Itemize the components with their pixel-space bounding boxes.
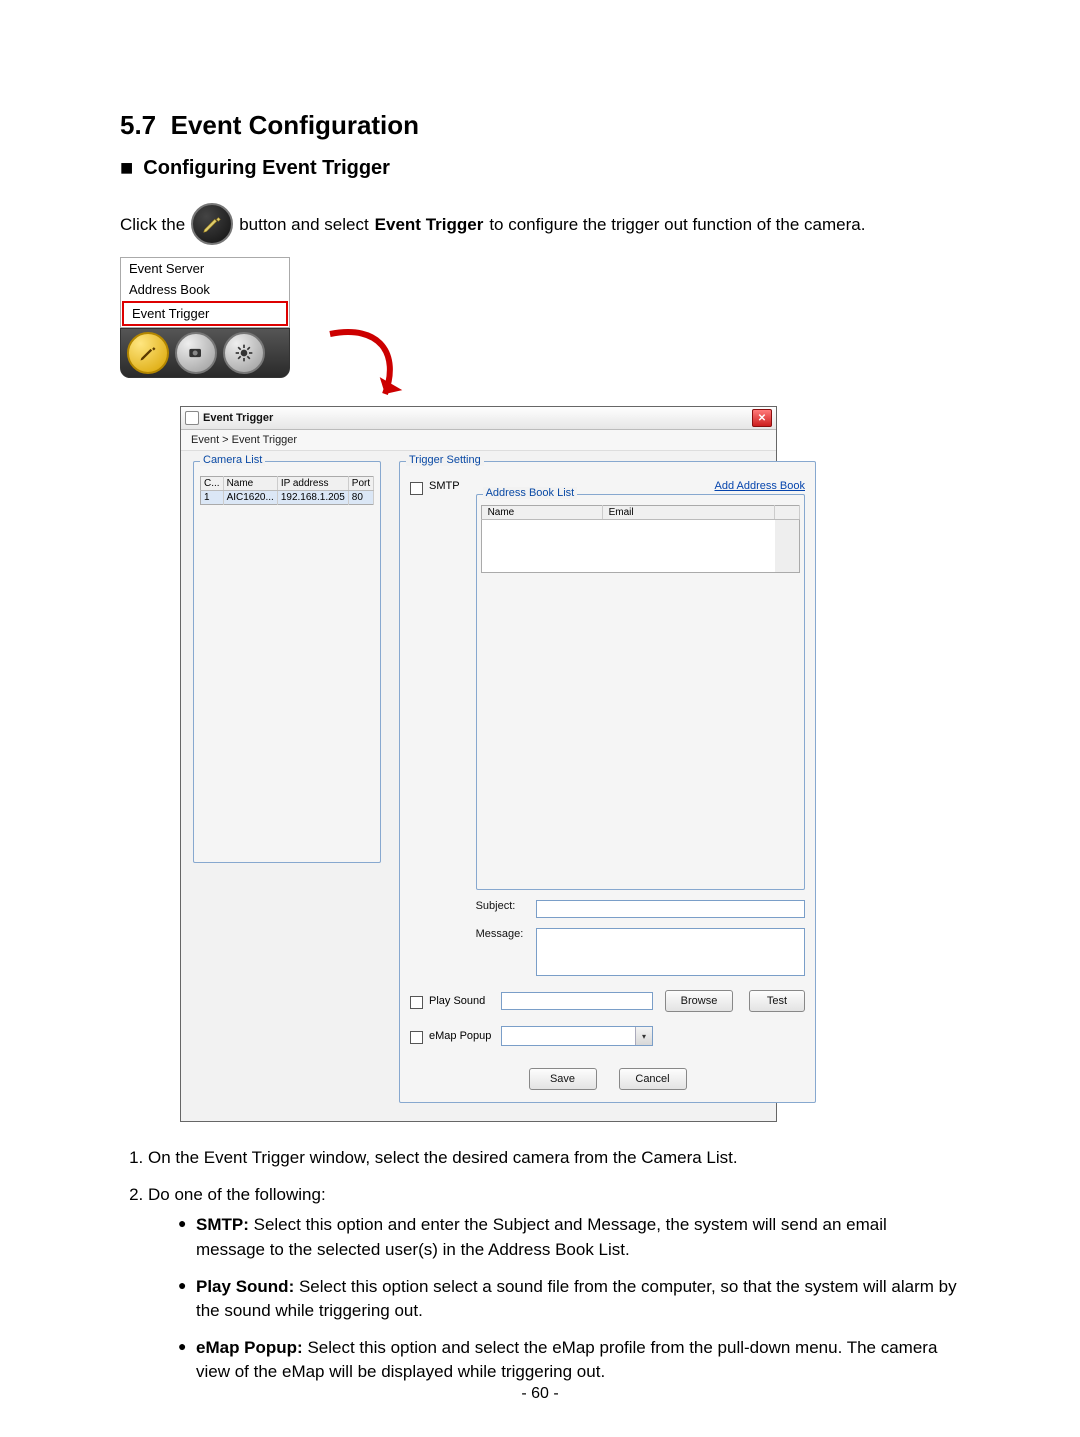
- table-row[interactable]: 1 AIC1620... 192.168.1.205 80: [201, 491, 374, 505]
- emap-label: eMap Popup: [429, 1030, 495, 1042]
- address-book-table[interactable]: Name Email: [481, 505, 800, 573]
- address-book-legend: Address Book List: [483, 487, 578, 499]
- dialog-actions: Save Cancel: [410, 1068, 805, 1090]
- dialog-title: Event Trigger: [203, 412, 273, 424]
- menu-item-event-server[interactable]: Event Server: [121, 258, 289, 279]
- camera-col-port: Port: [348, 477, 373, 491]
- test-button[interactable]: Test: [749, 990, 805, 1012]
- emap-select[interactable]: ▾: [501, 1026, 653, 1046]
- dialog-titlebar: Event Trigger ✕: [181, 407, 776, 430]
- curved-arrow-icon: [320, 324, 440, 424]
- section-name: Event Configuration: [171, 110, 419, 140]
- intro-pre: Click the: [120, 213, 185, 237]
- bullet-play-sound: Play Sound: Select this option select a …: [178, 1275, 960, 1324]
- camera-list-table[interactable]: C... Name IP address Port 1 AIC1620... 1…: [200, 476, 374, 505]
- play-sound-path-input[interactable]: [501, 992, 653, 1010]
- save-button[interactable]: Save: [529, 1068, 597, 1090]
- camera-icon[interactable]: [175, 332, 217, 374]
- section-number: 5.7: [120, 110, 156, 140]
- dialog-body: Camera List C... Name IP address Port 1 …: [181, 451, 776, 1121]
- intro-bold: Event Trigger: [375, 213, 484, 237]
- subsection-row: ■ Configuring Event Trigger: [120, 155, 960, 181]
- emap-checkbox[interactable]: [410, 1031, 423, 1044]
- camera-col-name: Name: [223, 477, 277, 491]
- dialog-app-icon: [185, 411, 199, 425]
- subsection-title: Configuring Event Trigger: [143, 157, 390, 180]
- bullet-emap: eMap Popup: Select this option and selec…: [178, 1336, 960, 1385]
- cancel-button[interactable]: Cancel: [619, 1068, 687, 1090]
- trigger-setting-group: Trigger Setting SMTP Add Address Book Ad…: [399, 461, 816, 1103]
- step-2: Do one of the following: SMTP: Select th…: [148, 1183, 960, 1385]
- address-book-group: Address Book List Name Email: [476, 494, 805, 890]
- trigger-setting-legend: Trigger Setting: [406, 454, 484, 466]
- camera-list-group: Camera List C... Name IP address Port 1 …: [193, 461, 381, 863]
- dialog-breadcrumb: Event > Event Trigger: [181, 430, 776, 451]
- smtp-row: SMTP Add Address Book Address Book List …: [410, 480, 805, 976]
- play-sound-label: Play Sound: [429, 995, 495, 1007]
- scrollbar[interactable]: [775, 506, 800, 520]
- subject-label: Subject:: [476, 900, 528, 912]
- menu-item-address-book[interactable]: Address Book: [121, 279, 289, 300]
- camera-col-c: C...: [201, 477, 224, 491]
- toolbar: [120, 328, 290, 378]
- browse-button[interactable]: Browse: [665, 990, 733, 1012]
- event-trigger-dialog: Event Trigger ✕ Event > Event Trigger Ca…: [180, 406, 777, 1122]
- page-number: - 60 -: [0, 1385, 1080, 1403]
- camera-col-ip: IP address: [277, 477, 348, 491]
- arrow-illustration: [120, 380, 960, 406]
- context-menu: Event Server Address Book Event Trigger: [120, 257, 290, 328]
- square-bullet-icon: ■: [120, 155, 133, 181]
- intro-text: Click the button and select Event Trigge…: [120, 195, 960, 237]
- gear-icon[interactable]: [223, 332, 265, 374]
- addr-col-name: Name: [481, 506, 602, 520]
- pen-icon: [191, 203, 233, 245]
- step-2-bullets: SMTP: Select this option and enter the S…: [148, 1213, 960, 1385]
- smtp-label: SMTP: [429, 480, 460, 492]
- addr-col-email: Email: [602, 506, 774, 520]
- message-input[interactable]: [536, 928, 805, 976]
- step-1: On the Event Trigger window, select the …: [148, 1146, 960, 1171]
- chevron-down-icon[interactable]: ▾: [635, 1027, 652, 1045]
- message-label: Message:: [476, 928, 528, 940]
- section-title: 5.7 Event Configuration: [120, 110, 960, 141]
- emap-row: eMap Popup ▾: [410, 1026, 805, 1046]
- menu-item-event-trigger[interactable]: Event Trigger: [122, 301, 288, 326]
- document-page: 5.7 Event Configuration ■ Configuring Ev…: [0, 0, 1080, 1437]
- intro-post: to configure the trigger out function of…: [489, 213, 865, 237]
- camera-list-legend: Camera List: [200, 454, 265, 466]
- smtp-checkbox[interactable]: [410, 482, 423, 495]
- subject-input[interactable]: [536, 900, 805, 918]
- steps-list: On the Event Trigger window, select the …: [120, 1146, 960, 1385]
- close-icon[interactable]: ✕: [752, 409, 772, 427]
- play-sound-row: Play Sound Browse Test: [410, 990, 805, 1012]
- pen-icon[interactable]: [127, 332, 169, 374]
- intro-mid: button and select: [239, 213, 368, 237]
- bullet-smtp: SMTP: Select this option and enter the S…: [178, 1213, 960, 1262]
- play-sound-checkbox[interactable]: [410, 996, 423, 1009]
- context-menu-illustration: Event Server Address Book Event Trigger: [120, 257, 290, 378]
